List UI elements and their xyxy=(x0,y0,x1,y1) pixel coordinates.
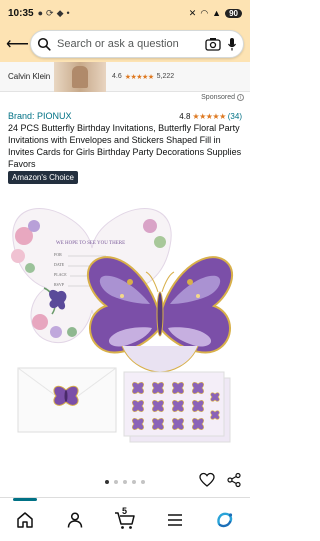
sponsored-ad-banner[interactable]: Calvin Klein 4.6 ★★★★★ 5,222 xyxy=(0,61,250,92)
butterfly-card-front xyxy=(86,256,234,373)
card-heading: WE HOPE TO SEE YOU THERE xyxy=(56,241,125,246)
home-icon xyxy=(17,511,33,528)
carousel-dot[interactable] xyxy=(132,480,136,484)
nav-home[interactable] xyxy=(10,497,40,535)
status-time: 10:35 xyxy=(8,7,34,19)
ad-rating-value: 4.6 xyxy=(112,73,122,80)
sync-icon: ⟳ xyxy=(46,7,54,18)
share-icon[interactable] xyxy=(226,472,242,488)
sticker-sheets xyxy=(123,371,231,443)
nav-account[interactable] xyxy=(60,505,90,535)
search-bar[interactable]: Search or ask a question xyxy=(30,30,244,58)
search-input[interactable]: Search or ask a question xyxy=(57,38,205,50)
system-icons: ✕ ◠ ▲ 90 xyxy=(189,8,242,19)
nav-menu[interactable] xyxy=(160,505,190,535)
card-place: PLACE xyxy=(54,272,67,277)
wifi-icon: ◠ xyxy=(200,7,209,18)
carousel-dot[interactable] xyxy=(114,480,118,484)
mute-icon: ✕ xyxy=(188,7,197,18)
carousel-dot[interactable] xyxy=(141,480,145,484)
shield-icon: ◆ xyxy=(56,7,64,18)
rating-value: 4.8 xyxy=(179,111,191,121)
amazons-choice-badge: Amazon's Choice xyxy=(8,171,78,184)
battery-indicator: 90 xyxy=(225,8,242,18)
nav-cart[interactable]: 5 xyxy=(110,505,140,535)
search-icon xyxy=(37,37,51,51)
back-arrow-icon[interactable]: ⟵ xyxy=(6,34,30,54)
card-date: DATE xyxy=(54,262,65,267)
signal-icon: ▲ xyxy=(212,8,222,18)
cart-count: 5 xyxy=(122,505,128,516)
product-rating[interactable]: 4.8 ★★★★★ (34) xyxy=(179,112,242,121)
ad-rating: 4.6 ★★★★★ 5,222 xyxy=(112,73,174,81)
carousel-dot[interactable] xyxy=(123,480,127,484)
review-count[interactable]: (34) xyxy=(228,112,242,121)
camera-scan-icon[interactable] xyxy=(205,37,221,51)
status-bar: 10:35 ● ⟳ ◆ • ✕ ◠ ▲ 90 xyxy=(0,0,250,26)
bottom-navigation: 5 xyxy=(0,497,250,541)
app-header: ⟵ Search or ask a question xyxy=(0,26,250,62)
account-icon xyxy=(67,511,83,528)
info-icon[interactable]: i xyxy=(237,94,244,101)
card-for: FOR xyxy=(54,252,62,257)
notification-icons: ● ⟳ ◆ • xyxy=(38,8,70,19)
star-rating-icon: ★★★★★ xyxy=(192,111,226,121)
ad-rating-count: 5,222 xyxy=(156,73,175,80)
product-image[interactable]: WE HOPE TO SEE YOU THERE FOR DATE PLACE … xyxy=(0,196,250,456)
microphone-icon[interactable] xyxy=(227,37,237,51)
heart-icon[interactable] xyxy=(199,472,215,488)
brand-link[interactable]: Brand: PIONUX xyxy=(8,111,72,121)
ad-star-rating-icon: ★★★★★ xyxy=(124,73,154,81)
nav-rufus[interactable] xyxy=(210,505,240,535)
rufus-icon xyxy=(217,512,233,527)
menu-icon xyxy=(168,513,182,526)
carousel-dot[interactable] xyxy=(105,480,109,484)
brand-rating-row: Brand: PIONUX 4.8 ★★★★★ (34) xyxy=(8,111,242,121)
sponsored-label[interactable]: Sponsored i xyxy=(0,94,250,106)
product-illustration: WE HOPE TO SEE YOU THERE FOR DATE PLACE … xyxy=(11,208,234,443)
envelope xyxy=(17,367,117,433)
card-rsvp: RSVP xyxy=(54,282,65,287)
ad-product-image xyxy=(54,61,106,92)
ad-brand-logo: Calvin Klein xyxy=(8,72,51,81)
product-title: 24 PCS Butterfly Birthday Invitations, B… xyxy=(8,123,242,169)
dot-icon: • xyxy=(66,7,70,18)
dnd-icon: ● xyxy=(37,7,44,18)
sponsored-text: Sponsored xyxy=(201,94,235,101)
